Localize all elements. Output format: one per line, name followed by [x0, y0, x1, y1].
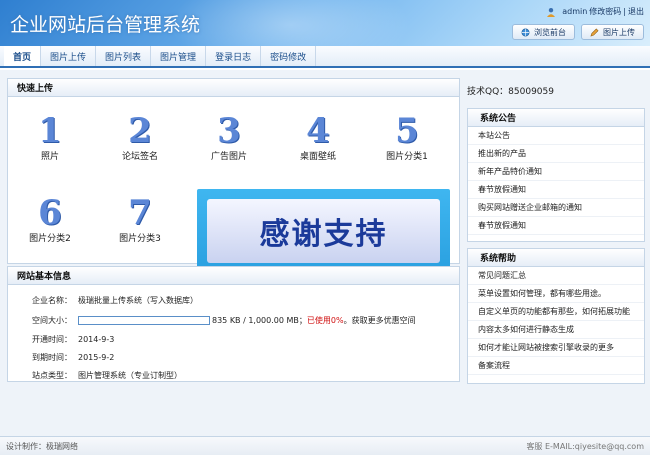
info-value: 2015-9-2: [78, 352, 115, 362]
announcement-item[interactable]: 春节放假通知: [468, 217, 644, 235]
help-item[interactable]: 备案流程: [468, 357, 644, 375]
quick-item-label: 图片分类3: [119, 234, 161, 244]
quick-item-number: 4: [306, 111, 330, 151]
tab-login-log[interactable]: 登录日志: [206, 46, 262, 66]
info-value: 835 KB / 1,000.00 MB； 已使用0% 。获取更多优惠空间: [78, 315, 416, 326]
app-title: 企业网站后台管理系统: [10, 14, 201, 36]
help-item[interactable]: 内容太多如何进行静态生成: [468, 321, 644, 339]
thanks-banner-text: 感谢支持: [259, 217, 388, 252]
info-row-company: 企业名称： 极瑞批量上传系统（写入数据库）: [8, 293, 198, 307]
tab-image-upload[interactable]: 图片上传: [41, 46, 97, 66]
main-nav: 首页 图片上传 图片列表 图片管理 登录日志 密码修改: [0, 46, 650, 68]
tab-image-manage[interactable]: 图片管理: [151, 46, 207, 66]
footer-credit: 设计制作：极瑞网络: [6, 442, 78, 451]
help-item[interactable]: 如何才能让网站被搜索引擎收录的更多: [468, 339, 644, 357]
quick-item-photo[interactable]: 1 照片: [10, 114, 90, 162]
quick-item-category-3[interactable]: 7 图片分类3: [100, 196, 180, 244]
info-value: 极瑞批量上传系统（写入数据库）: [78, 295, 198, 305]
announcement-item[interactable]: 推出新的产品: [468, 145, 644, 163]
quick-item-number: 5: [395, 111, 419, 151]
quick-item-wallpaper[interactable]: 4 桌面壁纸: [278, 114, 358, 162]
thanks-banner-inner: 感谢支持: [207, 199, 440, 263]
user-bar: admin 修改密码 | 退出: [546, 6, 644, 17]
info-row-expire-date: 到期时间： 2015-9-2: [8, 350, 114, 364]
quick-item-label: 图片分类2: [29, 234, 71, 244]
quick-item-category-2[interactable]: 6 图片分类2: [10, 196, 90, 244]
footer: 设计制作：极瑞网络 客服 E-MAIL:qiyesite@qq.com: [0, 436, 650, 455]
help-item[interactable]: 自定义单页的功能都有那些，如何拓展功能: [468, 303, 644, 321]
quick-item-forum-signature[interactable]: 2 论坛签名: [100, 114, 180, 162]
info-label: 开通时间：: [32, 334, 72, 344]
footer-email: 客服 E-MAIL:qiyesite@qq.com: [526, 442, 644, 451]
quick-item-number: 7: [128, 193, 152, 233]
change-password-link[interactable]: 修改密码: [589, 6, 621, 17]
quick-item-label: 论坛签名: [121, 152, 158, 162]
upload-image-button[interactable]: 图片上传: [581, 24, 644, 40]
help-item[interactable]: 常见问题汇总: [468, 267, 644, 285]
help-list: 常见问题汇总 菜单设置如何管理，都有哪些用途。 自定义单页的功能都有那些，如何拓…: [468, 267, 644, 375]
logout-link[interactable]: 退出: [628, 6, 644, 17]
quick-item-number: 2: [128, 111, 152, 151]
quick-upload-title: 快速上传: [8, 79, 459, 97]
info-label: 到期时间：: [32, 352, 72, 362]
announcement-item[interactable]: 购买网站赠送企业邮箱的通知: [468, 199, 644, 217]
space-used-percent: 已使用0%: [306, 315, 344, 325]
site-info-title: 网站基本信息: [8, 267, 459, 285]
info-row-site-type: 站点类型： 图片管理系统（专业订制型）: [8, 368, 182, 382]
quick-item-label: 图片分类1: [386, 152, 428, 162]
announcement-item[interactable]: 本站公告: [468, 127, 644, 145]
announcement-panel: 系统公告 本站公告 推出新的产品 新年产品特价通知 春节放假通知 购买网站赠送企…: [467, 108, 645, 242]
info-row-open-date: 开通时间： 2014-9-3: [8, 332, 114, 346]
preview-site-label: 浏览前台: [534, 27, 566, 37]
space-usage-bar: [78, 315, 210, 325]
user-icon: [547, 7, 556, 17]
announcement-item[interactable]: 春节放假通知: [468, 181, 644, 199]
info-label: 站点类型：: [32, 370, 72, 380]
space-size: 835 KB / 1,000.00 MB；: [212, 315, 307, 325]
info-row-space: 空间大小： 835 KB / 1,000.00 MB； 已使用0% 。获取更多优…: [8, 313, 416, 327]
separator: |: [623, 7, 626, 16]
info-value: 2014-9-3: [78, 334, 115, 344]
tab-home[interactable]: 首页: [4, 46, 42, 66]
quick-item-number: 1: [38, 111, 62, 151]
announcement-list: 本站公告 推出新的产品 新年产品特价通知 春节放假通知 购买网站赠送企业邮箱的通…: [468, 127, 644, 235]
upload-image-label: 图片上传: [603, 27, 635, 37]
preview-site-button[interactable]: 浏览前台: [512, 24, 575, 40]
pencil-icon: [590, 28, 599, 37]
space-more-link[interactable]: 。获取更多优惠空间: [344, 315, 416, 326]
announcement-item[interactable]: 新年产品特价通知: [468, 163, 644, 181]
quick-item-ad-image[interactable]: 3 广告图片: [189, 114, 269, 162]
info-label: 空间大小：: [32, 315, 72, 325]
quick-item-label: 照片: [40, 152, 59, 162]
quick-item-number: 3: [217, 111, 241, 151]
tab-image-list[interactable]: 图片列表: [96, 46, 152, 66]
quick-item-number: 6: [38, 193, 62, 233]
site-info-panel: 网站基本信息 企业名称： 极瑞批量上传系统（写入数据库） 空间大小： 835 K…: [7, 266, 460, 382]
quick-item-label: 广告图片: [210, 152, 247, 162]
tech-support-qq: 技术QQ：85009059: [467, 87, 554, 97]
username: admin: [562, 7, 588, 16]
thanks-banner: 感谢支持: [197, 189, 450, 273]
quick-item-label: 桌面壁纸: [299, 152, 336, 162]
info-label: 企业名称：: [32, 295, 72, 305]
help-panel: 系统帮助 常见问题汇总 菜单设置如何管理，都有哪些用途。 自定义单页的功能都有那…: [467, 248, 645, 384]
info-value: 图片管理系统（专业订制型）: [78, 370, 182, 380]
header: 企业网站后台管理系统 admin 修改密码 | 退出 浏览前台 图片上传: [0, 0, 650, 46]
tab-change-password[interactable]: 密码修改: [261, 46, 317, 66]
announcement-title: 系统公告: [468, 109, 644, 127]
header-buttons: 浏览前台 图片上传: [512, 24, 644, 40]
quick-item-category-1[interactable]: 5 图片分类1: [367, 114, 447, 162]
globe-icon: [521, 28, 530, 36]
help-title: 系统帮助: [468, 249, 644, 267]
help-item[interactable]: 菜单设置如何管理，都有哪些用途。: [468, 285, 644, 303]
